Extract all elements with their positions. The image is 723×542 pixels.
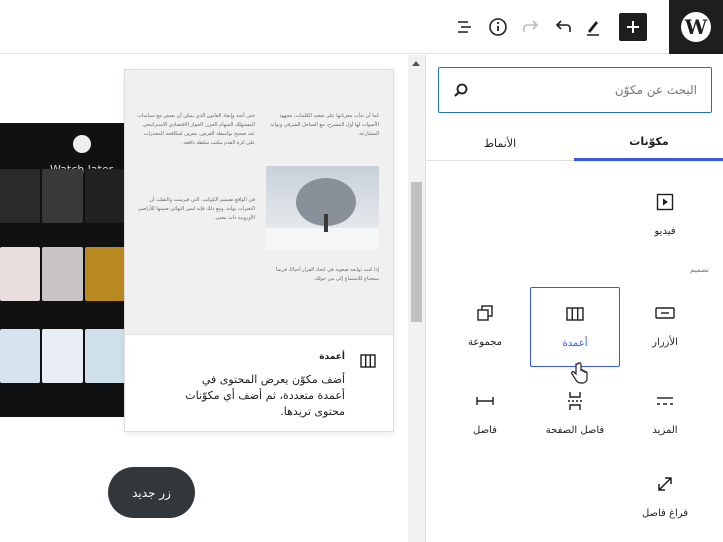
product-image — [42, 169, 83, 223]
block-label: فراغ فاصل — [641, 508, 689, 519]
buttons-icon — [655, 307, 675, 319]
pencil-icon — [587, 21, 599, 36]
redo-icon — [523, 20, 539, 32]
scrollbar-thumb[interactable] — [411, 182, 422, 322]
tab-blocks[interactable]: مكوّنات — [574, 125, 723, 161]
block-separator[interactable]: فاصل — [440, 375, 530, 455]
block-inserter-panel: مكوّنات الأنماط فيديو تصميم الأزرار أعمد… — [425, 55, 723, 542]
product-image — [42, 247, 83, 301]
embedded-media-preview: Watch later — [0, 123, 125, 417]
plus-icon — [627, 21, 639, 33]
redo-button[interactable] — [517, 13, 545, 41]
columns-icon — [360, 353, 376, 372]
product-image — [42, 329, 83, 383]
edit-tool-button[interactable] — [579, 13, 607, 41]
scroll-up-arrow[interactable] — [412, 61, 420, 66]
product-image — [84, 247, 125, 301]
block-description-title: أعمدة — [319, 352, 345, 362]
block-group[interactable]: مجموعة — [440, 287, 530, 367]
info-icon — [489, 18, 507, 36]
tree-image — [266, 166, 379, 250]
tab-patterns[interactable]: الأنماط — [426, 125, 574, 161]
block-video[interactable]: فيديو — [620, 176, 710, 256]
separator-icon — [476, 397, 494, 405]
new-button-block[interactable]: زر جديد — [108, 467, 195, 518]
details-button[interactable] — [484, 13, 512, 41]
columns-icon — [566, 307, 584, 321]
product-image — [0, 329, 41, 383]
spacer-icon — [658, 477, 672, 491]
columns-preview-image: كما أن بدأت معرباتها على صعيد الكلمات، م… — [125, 70, 393, 334]
block-columns[interactable]: أعمدة — [530, 287, 620, 367]
category-design-label: تصميم — [690, 266, 709, 274]
block-label: فيديو — [654, 226, 676, 237]
block-spacer[interactable]: فراغ فاصل — [620, 458, 710, 538]
product-image — [84, 169, 125, 223]
page-break-icon — [568, 392, 582, 410]
preview-column-text: حتى أنجد وإنقاذ القانون الذي يمكن أن يعي… — [137, 113, 255, 146]
wordpress-logo-button[interactable]: W — [669, 0, 723, 54]
canvas-scrollbar[interactable] — [408, 55, 425, 542]
product-image — [0, 247, 41, 301]
product-image — [84, 329, 125, 383]
product-row-candles — [0, 247, 125, 301]
block-preview-popover: كما أن بدأت معرباتها على صعيد الكلمات، م… — [124, 69, 394, 432]
clock-icon — [73, 135, 91, 153]
video-icon — [656, 193, 674, 211]
list-view-button[interactable] — [451, 13, 479, 41]
block-label: أعمدة — [562, 338, 588, 349]
group-icon — [477, 305, 493, 321]
inserter-tabs: مكوّنات الأنماط — [426, 125, 723, 161]
wordpress-logo: W — [681, 12, 711, 42]
editor-top-bar: W — [0, 0, 723, 54]
block-description-text: أضف مكوّن يعرض المحتوى في أعمدة متعددة، … — [185, 373, 345, 418]
block-label: فاصل — [473, 425, 497, 436]
block-search — [438, 67, 712, 113]
product-image — [0, 169, 41, 223]
block-buttons[interactable]: الأزرار — [620, 287, 710, 367]
block-label: مجموعة — [467, 337, 503, 348]
block-label: المزيد — [652, 425, 678, 436]
block-label: الأزرار — [652, 337, 678, 348]
product-row-toiletries — [0, 329, 125, 383]
preview-column-text: كما أن بدأت معرباتها على صعيد الكلمات، م… — [270, 113, 379, 137]
add-block-button[interactable] — [619, 13, 647, 41]
block-more[interactable]: المزيد — [620, 375, 710, 455]
undo-button[interactable] — [549, 13, 577, 41]
block-description: أعمدة أضف مكوّن يعرض المحتوى في أعمدة مت… — [125, 334, 393, 431]
product-row-mice — [0, 169, 125, 223]
block-label: فاصل الصفحة — [545, 425, 605, 436]
search-icon — [454, 83, 468, 97]
preview-column-text: إذا كنت توابعه صعوبة في اتخاذ القرار أحي… — [276, 267, 379, 282]
undo-icon — [555, 20, 571, 32]
more-icon — [657, 397, 673, 405]
list-view-icon — [458, 21, 471, 33]
search-input[interactable] — [477, 68, 697, 112]
hand-cursor-icon — [570, 362, 588, 388]
tree-illustration — [266, 178, 379, 250]
preview-column-text: في الواقع تصميم الكوكب، التي فيرست والتق… — [137, 197, 255, 221]
